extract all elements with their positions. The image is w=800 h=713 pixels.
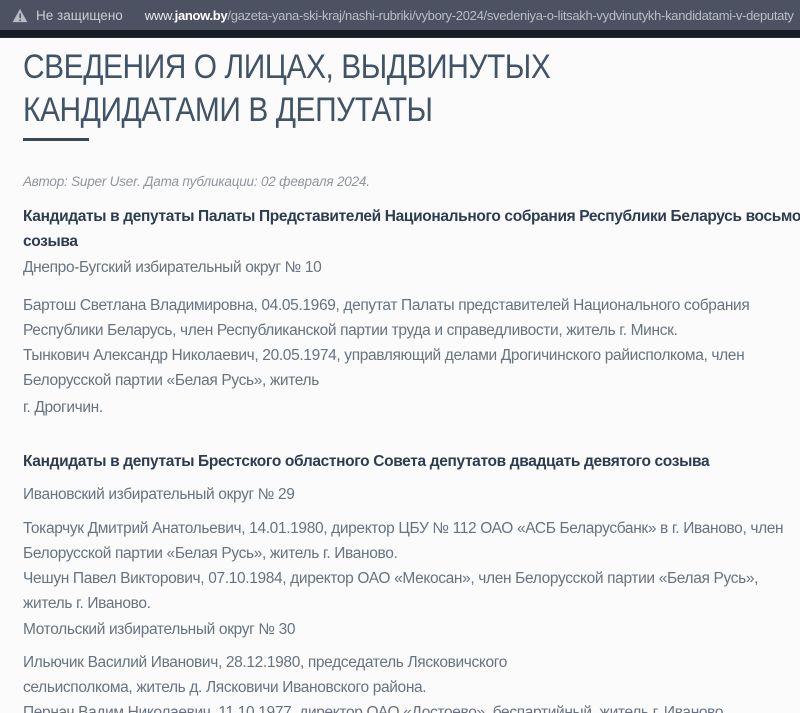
candidates-paragraph: Бартош Светлана Владимировна, 04.05.1969… [23,293,792,420]
candidate-line: Чешун Павел Викторович, 07.10.1984, дире… [23,566,792,591]
url-prefix: www. [145,8,175,23]
candidate-line: Белорусской партии «Белая Русь», житель … [23,541,792,566]
electoral-district: Днепро-Бугский избирательный округ № 10 [23,255,792,280]
candidates-paragraph: Токарчук Дмитрий Анатольевич, 14.01.1980… [23,516,792,642]
candidates-paragraph: Ильючик Василий Иванович, 28.12.1980, пр… [23,650,792,713]
address-bar[interactable]: Не защищено www.janow.by/gazeta-yana-ski… [0,0,800,30]
candidate-line: Токарчук Дмитрий Анатольевич, 14.01.1980… [23,516,792,541]
url-text: www.janow.by/gazeta-yana-ski-kraj/nashi-… [145,8,794,23]
candidate-line: Белорусской партии «Белая Русь», житель [23,368,792,393]
article-meta: Автор: Super User. Дата публикации: 02 ф… [23,172,792,192]
electoral-district: Мотольский избирательный округ № 30 [23,617,792,642]
candidate-line: Тынкович Александр Николаевич, 20.05.197… [23,343,792,368]
candidate-line: Бартош Светлана Владимировна, 04.05.1969… [23,293,792,318]
page-top-strip [0,30,800,38]
section-regional-council: Кандидаты в депутаты Брестского областно… [23,449,792,713]
candidate-line: Республики Беларусь, член Республиканско… [23,318,792,343]
candidate-line: житель г. Иваново. [23,591,792,616]
electoral-district: Ивановский избирательный округ № 29 [23,482,792,507]
candidate-line: сельисполкома, житель д. Лясковичи Ивано… [23,675,792,700]
security-warning-icon[interactable] [12,8,28,23]
section-heading-line: Кандидаты в депутаты Палаты Представител… [23,204,792,229]
page-title-line: СВЕДЕНИЯ О ЛИЦАХ, ВЫДВИНУТЫХ [23,46,700,89]
url-domain: janow.by [175,8,228,23]
section-heading: Кандидаты в депутаты Брестского областно… [23,449,792,474]
candidate-line: Пернач Вадим Николаевич, 11.10.1977, дир… [23,700,792,713]
candidate-line: г. Дрогичин. [23,395,792,420]
page-title: СВЕДЕНИЯ О ЛИЦАХ, ВЫДВИНУТЫХ КАНДИДАТАМИ… [23,46,792,132]
title-divider [23,138,89,141]
page-title-line: КАНДИДАТАМИ В ДЕПУТАТЫ [23,89,700,132]
article-content: СВЕДЕНИЯ О ЛИЦАХ, ВЫДВИНУТЫХ КАНДИДАТАМИ… [0,46,800,713]
section-heading: Кандидаты в депутаты Палаты Представител… [23,204,792,254]
url-path: /gazeta-yana-ski-kraj/nashi-rubriki/vybo… [227,8,793,23]
candidate-line: Ильючик Василий Иванович, 28.12.1980, пр… [23,650,792,675]
section-house-of-representatives: Кандидаты в депутаты Палаты Представител… [23,204,792,420]
section-heading-line: созыва [23,229,792,254]
security-status-label: Не защищено [36,8,123,23]
